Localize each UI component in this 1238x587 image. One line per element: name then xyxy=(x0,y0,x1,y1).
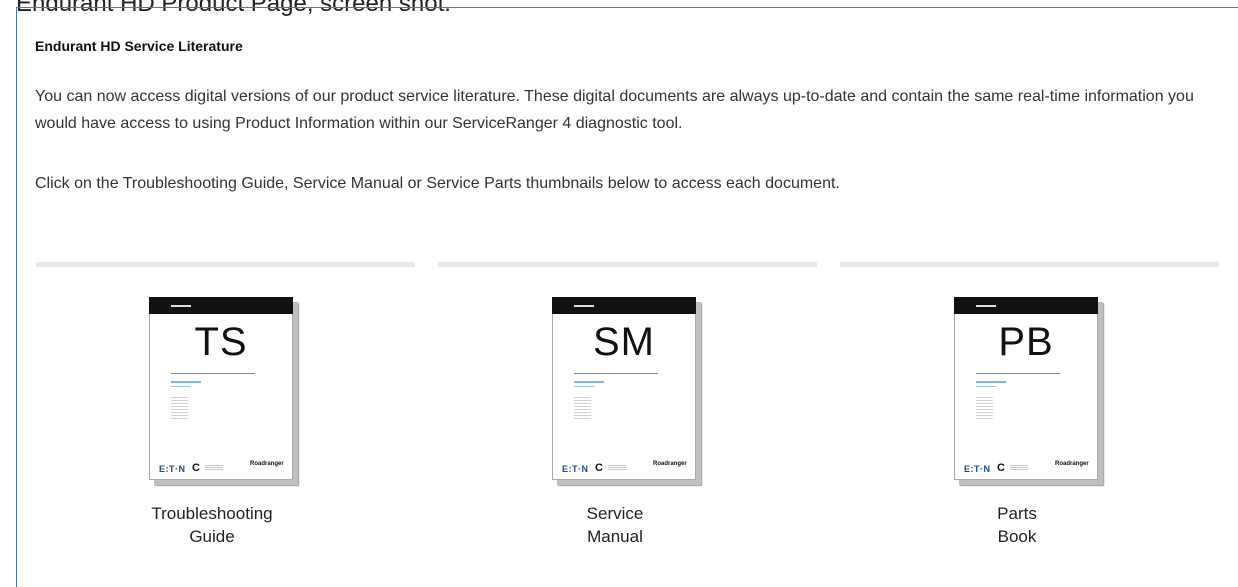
text-lines-graphic xyxy=(976,397,993,419)
text-lines-graphic xyxy=(574,397,591,419)
roadranger-logo: Roadranger xyxy=(1055,461,1089,467)
eaton-logo: E:T·N xyxy=(964,464,991,474)
divider-rule xyxy=(36,262,415,267)
document-label[interactable]: Parts Book xyxy=(932,502,1102,548)
instruction-paragraph: Click on the Troubleshooting Guide, Serv… xyxy=(35,175,840,192)
cover-top-bar xyxy=(552,297,696,314)
eaton-logo: E:T·N xyxy=(159,464,186,474)
cummins-logo-icon: C xyxy=(192,462,200,474)
divider-rule xyxy=(840,262,1219,267)
parts-book-card[interactable]: PB E:T·N C Roadranger Parts Book xyxy=(940,297,1098,546)
roadranger-logo: Roadranger xyxy=(250,461,284,467)
cummins-logo-icon: C xyxy=(595,462,603,474)
cover-top-bar xyxy=(149,297,293,314)
troubleshooting-guide-card[interactable]: TS E:T·N C Roadranger Troubleshooting Gu… xyxy=(135,297,293,546)
section-heading: Endurant HD Service Literature xyxy=(35,38,243,54)
cover-top-bar xyxy=(954,297,1098,314)
document-code: PB xyxy=(998,320,1054,364)
cummins-logo-icon: C xyxy=(997,462,1005,474)
document-thumbnail[interactable]: PB E:T·N C Roadranger xyxy=(954,297,1098,480)
divider-rule xyxy=(438,262,817,267)
intro-paragraph: You can now access digital versions of o… xyxy=(35,88,1194,132)
document-code: TS xyxy=(194,320,248,364)
eaton-logo: E:T·N xyxy=(562,464,589,474)
document-code: SM xyxy=(593,320,655,364)
document-thumbnail[interactable]: TS E:T·N C Roadranger xyxy=(149,297,293,480)
document-label[interactable]: Service Manual xyxy=(530,502,700,548)
roadranger-logo: Roadranger xyxy=(653,461,687,467)
text-lines-graphic xyxy=(171,397,188,419)
document-label[interactable]: Troubleshooting Guide xyxy=(127,502,297,548)
document-thumbnail[interactable]: SM E:T·N C Roadranger xyxy=(552,297,696,480)
service-manual-card[interactable]: SM E:T·N C Roadranger Service Manual xyxy=(538,297,696,546)
